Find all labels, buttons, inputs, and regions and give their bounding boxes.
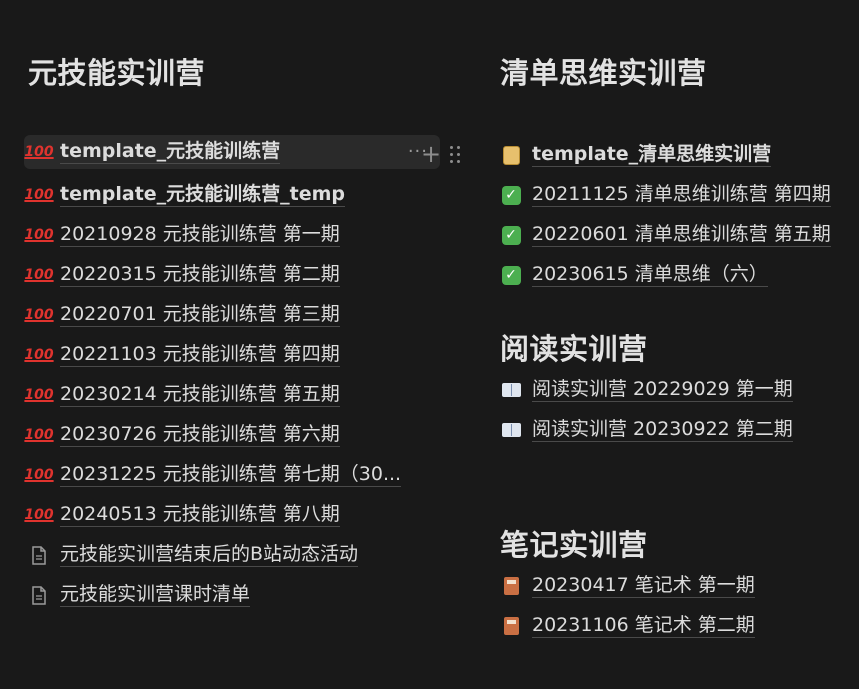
page-item[interactable]: 100 20221103 元技能训练营 第四期 <box>24 338 340 372</box>
page-item-label: template_清单思维实训营 <box>532 143 772 167</box>
hundred-points-icon: 100 <box>24 427 54 443</box>
page-item-label: 20230615 清单思维（六） <box>532 263 768 287</box>
hundred-points-icon: 100 <box>24 187 54 203</box>
page-item[interactable]: 阅读实训营 20229029 第一期 <box>500 373 793 407</box>
check-mark-icon: ✓ <box>500 184 522 206</box>
hundred-points-icon: 100 <box>24 307 54 323</box>
page-item[interactable]: 100 20240513 元技能训练营 第八期 <box>24 498 340 532</box>
page-item-label: 20230417 笔记术 第一期 <box>532 574 755 598</box>
check-mark-icon: ✓ <box>500 264 522 286</box>
add-block-button[interactable]: + <box>421 142 441 166</box>
page-item-label: template_元技能训练营 <box>60 140 281 164</box>
page-item[interactable]: 100 template_元技能训练营_temp <box>24 178 346 212</box>
check-mark-icon: ✓ <box>500 224 522 246</box>
section-title-yuedu: 阅读实训营 <box>500 332 648 366</box>
notebook-icon <box>500 575 522 597</box>
document-icon <box>28 584 50 606</box>
hundred-points-icon: 100 <box>24 507 54 523</box>
notebook-icon <box>500 615 522 637</box>
page-item[interactable]: 100 20231225 元技能训练营 第七期（30... <box>24 458 402 492</box>
scroll-icon <box>500 144 522 166</box>
page-item[interactable]: 100 20210928 元技能训练营 第一期 <box>24 218 340 252</box>
section-title-biji: 笔记实训营 <box>500 528 648 562</box>
page-item-label: 20231225 元技能训练营 第七期（30... <box>60 463 402 487</box>
page-item[interactable]: ✓ 20211125 清单思维训练营 第四期 <box>500 178 831 212</box>
page-item[interactable]: 阅读实训营 20230922 第二期 <box>500 413 793 447</box>
page-item-label: 20210928 元技能训练营 第一期 <box>60 223 340 247</box>
page-item[interactable]: ✓ 20220601 清单思维训练营 第五期 <box>500 218 831 252</box>
page-item-label: 阅读实训营 20229029 第一期 <box>532 378 793 402</box>
hundred-points-icon: 100 <box>24 387 54 403</box>
hundred-points-icon: 100 <box>24 227 54 243</box>
drag-handle-icon[interactable] <box>448 144 462 164</box>
page-item[interactable]: 20230417 笔记术 第一期 <box>500 569 755 603</box>
page-item-label: 阅读实训营 20230922 第二期 <box>532 418 793 442</box>
page-item[interactable]: 元技能实训营结束后的B站动态活动 <box>28 538 359 572</box>
page-item[interactable]: ✓ 20230615 清单思维（六） <box>500 258 768 292</box>
page-item-label: 元技能实训营课时清单 <box>60 583 251 607</box>
hundred-points-icon: 100 <box>24 347 54 363</box>
hundred-points-icon: 100 <box>24 267 54 283</box>
page-item[interactable]: 100 20220701 元技能训练营 第三期 <box>24 298 340 332</box>
page-item-label: 20230726 元技能训练营 第六期 <box>60 423 340 447</box>
page-item-label: 20231106 笔记术 第二期 <box>532 614 755 638</box>
hundred-points-icon: 100 <box>24 467 54 483</box>
page-item-label: template_元技能训练营_temp <box>60 183 346 207</box>
section-title-qingdan: 清单思维实训营 <box>500 56 707 90</box>
page-item-label: 20240513 元技能训练营 第八期 <box>60 503 340 527</box>
page-item-label: 20211125 清单思维训练营 第四期 <box>532 183 831 207</box>
page-item[interactable]: 100 20220315 元技能训练营 第二期 <box>24 258 340 292</box>
page-item[interactable]: 100 20230726 元技能训练营 第六期 <box>24 418 340 452</box>
page-item-label: 20220315 元技能训练营 第二期 <box>60 263 340 287</box>
page-item[interactable]: 100 20230214 元技能训练营 第五期 <box>24 378 340 412</box>
document-icon <box>28 544 50 566</box>
hundred-points-icon: 100 <box>24 144 54 160</box>
page-item-label: 20220701 元技能训练营 第三期 <box>60 303 340 327</box>
page-item-label: 20230214 元技能训练营 第五期 <box>60 383 340 407</box>
page-item-label: 20221103 元技能训练营 第四期 <box>60 343 340 367</box>
page-item-label: 20220601 清单思维训练营 第五期 <box>532 223 831 247</box>
open-book-icon <box>500 379 522 401</box>
section-title-yuanjineng: 元技能实训营 <box>28 56 206 90</box>
page-item[interactable]: 20231106 笔记术 第二期 <box>500 609 755 643</box>
open-book-icon <box>500 419 522 441</box>
page-item-label: 元技能实训营结束后的B站动态活动 <box>60 543 359 567</box>
page-item[interactable]: 100 template_元技能训练营 ··· <box>24 135 440 169</box>
page-item[interactable]: template_清单思维实训营 <box>500 138 772 172</box>
page-item[interactable]: 元技能实训营课时清单 <box>28 578 251 612</box>
